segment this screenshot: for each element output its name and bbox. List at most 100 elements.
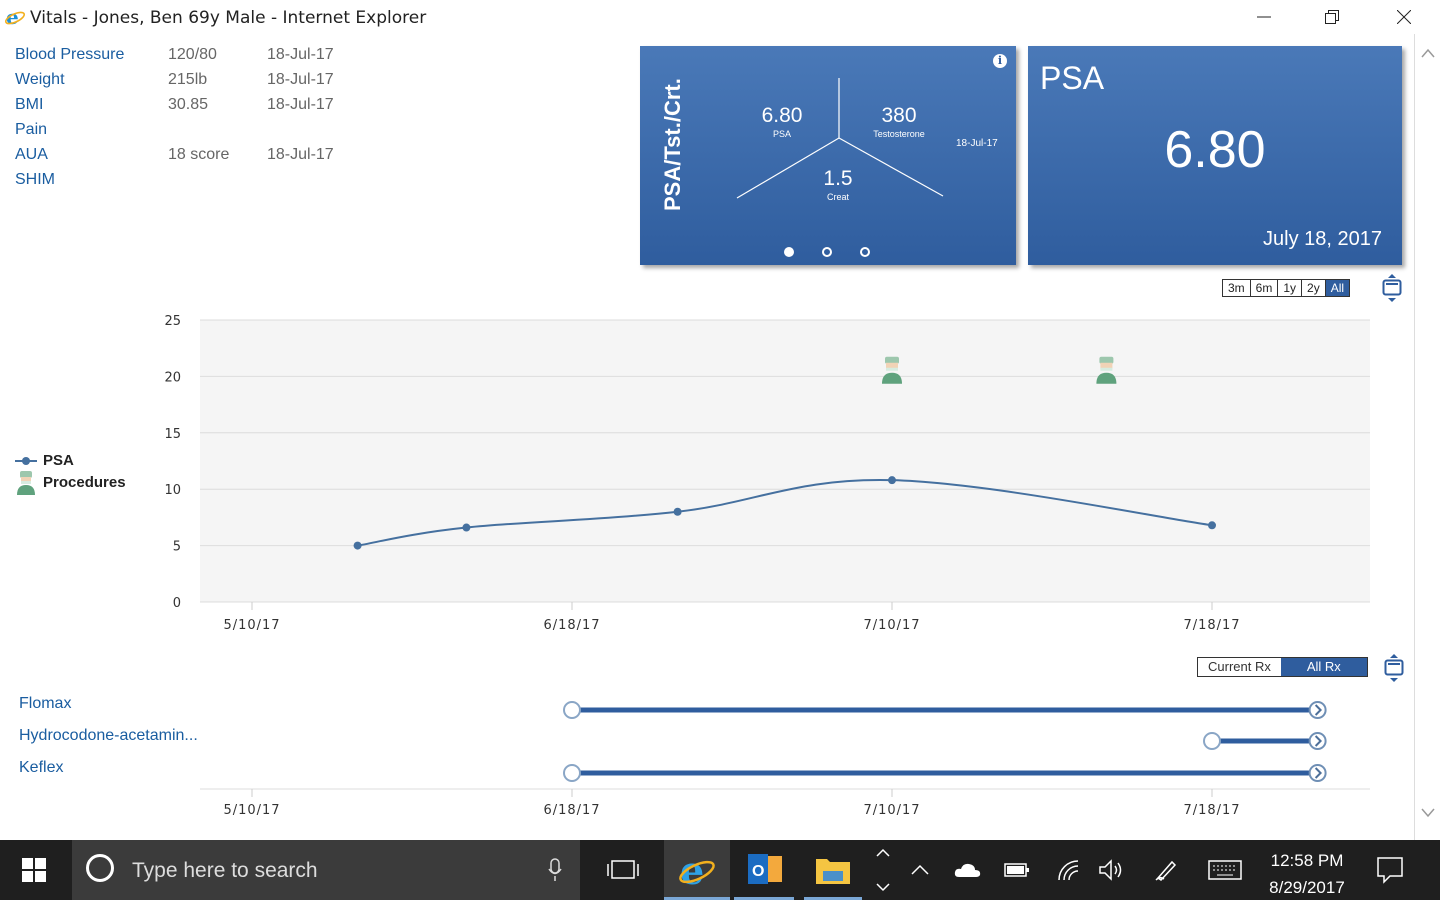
all-rx-button[interactable]: All Rx [1280, 658, 1367, 676]
psa-data-point[interactable] [888, 476, 896, 485]
taskbar-file-explorer-button[interactable] [804, 840, 862, 900]
vital-row-bmi[interactable]: BMI 30.85 18-Jul-17 [15, 96, 375, 121]
x-tick-label: 5/10/17 [223, 618, 280, 633]
psa-card-date: July 18, 2017 [1263, 228, 1382, 250]
chart-band [200, 545, 1370, 602]
range-3m-button[interactable]: 3m [1223, 280, 1251, 296]
taskbar-search-box[interactable]: Type here to search [72, 840, 580, 900]
taskbar-ie-button[interactable]: e [664, 840, 730, 900]
show-hidden-icons-icon[interactable] [910, 862, 930, 878]
y-tick-label: 20 [164, 370, 181, 385]
taskbar-outlook-button[interactable]: O [734, 840, 794, 900]
psa-data-point[interactable] [462, 523, 471, 532]
chart-band [200, 320, 1370, 377]
chart-band [200, 376, 1370, 433]
vital-label[interactable]: Pain [15, 121, 47, 139]
scroll-up-icon[interactable] [1421, 48, 1435, 58]
chart-expand-collapse-icon[interactable] [1382, 274, 1402, 302]
psa-line-chart[interactable]: 0 5 10 15 20 25 5/10/17 6/18/17 7/10/17 7/18/17 [150, 300, 1390, 640]
medication-start-marker[interactable] [563, 764, 581, 782]
restore-button[interactable] [1297, 0, 1367, 34]
wifi-icon[interactable] [1056, 858, 1080, 882]
taskbar-clock[interactable]: 12:58 PM 8/29/2017 [1252, 847, 1362, 901]
medication-start-marker[interactable] [563, 701, 581, 719]
vital-value: 120/80 [168, 46, 217, 63]
minimize-icon [1257, 16, 1271, 18]
range-1y-button[interactable]: 1y [1278, 280, 1303, 296]
internet-explorer-icon: e [4, 6, 26, 28]
psa-data-point[interactable] [353, 541, 362, 550]
range-2y-button[interactable]: 2y [1302, 280, 1326, 296]
psa-testosterone-creat-card[interactable]: PSA/Tst./Crt. 6.80 PSA 380 Testosterone … [640, 46, 1016, 265]
medication-ongoing-marker[interactable] [1308, 764, 1327, 782]
vital-label[interactable]: BMI [15, 96, 43, 114]
vital-row-blood-pressure[interactable]: Blood Pressure 120/80 18-Jul-17 [15, 46, 375, 71]
med-x-tick-label: 6/18/17 [543, 803, 600, 818]
vital-value: 18 score [168, 146, 230, 163]
vital-row-pain[interactable]: Pain [15, 121, 375, 146]
cortana-icon[interactable] [86, 854, 114, 882]
medication-name-keflex[interactable]: Keflex [19, 759, 63, 777]
vital-date: 18-Jul-17 [267, 96, 334, 113]
taskbar-scroll-icon[interactable] [874, 846, 892, 894]
vital-date: 18-Jul-17 [267, 71, 334, 88]
vital-row-weight[interactable]: Weight 215lb 18-Jul-17 [15, 71, 375, 96]
medication-timeline[interactable]: 5/10/17 6/18/17 7/10/17 7/18/17 [150, 690, 1390, 830]
close-button[interactable] [1369, 0, 1439, 34]
vital-row-aua[interactable]: AUA 18 score 18-Jul-17 [15, 146, 375, 171]
vital-row-shim[interactable]: SHIM [15, 171, 375, 196]
medication-start-marker[interactable] [1203, 732, 1221, 750]
vital-label[interactable]: SHIM [15, 171, 55, 189]
touch-keyboard-icon[interactable] [1208, 860, 1242, 880]
microphone-icon[interactable] [548, 858, 562, 882]
psa-data-point[interactable] [673, 507, 682, 516]
minimize-button[interactable] [1229, 0, 1299, 34]
vital-label[interactable]: Weight [15, 71, 65, 89]
vital-value: 215lb [168, 71, 208, 88]
scroll-down-icon[interactable] [1421, 808, 1435, 818]
vital-date: 18-Jul-17 [267, 46, 334, 63]
legend-psa-label: PSA [43, 452, 74, 469]
taskbar-date: 8/29/2017 [1269, 878, 1345, 897]
y-tick-label: 15 [164, 427, 181, 442]
vertical-scrollbar[interactable] [1414, 34, 1440, 840]
surgeon-cap [1099, 356, 1114, 364]
testosterone-label: Testosterone [873, 129, 925, 139]
psa-card-value: 6.80 [1164, 121, 1266, 179]
surgeon-mask [1100, 367, 1113, 371]
carousel-dot-3[interactable] [860, 247, 870, 257]
psa-card-title: PSA [1040, 60, 1105, 96]
testosterone-value: 380 [881, 104, 917, 127]
taskbar-time: 12:58 PM [1270, 851, 1344, 870]
pen-workspace-icon[interactable] [1154, 858, 1178, 882]
carousel-dot-2[interactable] [822, 247, 832, 257]
action-center-icon[interactable] [1376, 856, 1404, 884]
ratio-divider-lines [736, 78, 944, 199]
vital-label[interactable]: AUA [15, 146, 48, 164]
info-icon[interactable]: i [993, 54, 1007, 68]
onedrive-icon[interactable] [954, 860, 982, 880]
task-view-icon[interactable] [607, 858, 639, 882]
range-all-button[interactable]: All [1325, 280, 1350, 296]
psa-metric: 6.80 PSA [752, 104, 812, 139]
range-6m-button[interactable]: 6m [1250, 280, 1279, 296]
medication-ongoing-marker[interactable] [1308, 701, 1327, 719]
chart-band [200, 432, 1370, 490]
psa-data-point[interactable] [1208, 521, 1216, 530]
psa-card[interactable]: PSA 6.80 July 18, 2017 [1028, 46, 1402, 265]
carousel-dot-1[interactable] [784, 247, 794, 257]
vital-value: 30.85 [168, 96, 209, 113]
vital-label[interactable]: Blood Pressure [15, 46, 124, 64]
current-rx-button[interactable]: Current Rx [1198, 658, 1281, 676]
y-tick-label: 5 [173, 540, 181, 555]
windows-start-icon[interactable] [22, 858, 48, 882]
battery-icon[interactable] [1004, 862, 1030, 878]
title-bar: e Vitals - Jones, Ben 69y Male - Interne… [0, 0, 1440, 34]
meds-expand-collapse-icon[interactable] [1384, 654, 1404, 682]
medication-ongoing-marker[interactable] [1308, 732, 1327, 750]
volume-icon[interactable] [1098, 858, 1124, 882]
medication-name-flomax[interactable]: Flomax [19, 695, 71, 713]
creat-metric: 1.5 Creat [813, 167, 863, 202]
psa-line-marker-icon [15, 457, 37, 465]
psa-value: 6.80 [761, 104, 803, 127]
